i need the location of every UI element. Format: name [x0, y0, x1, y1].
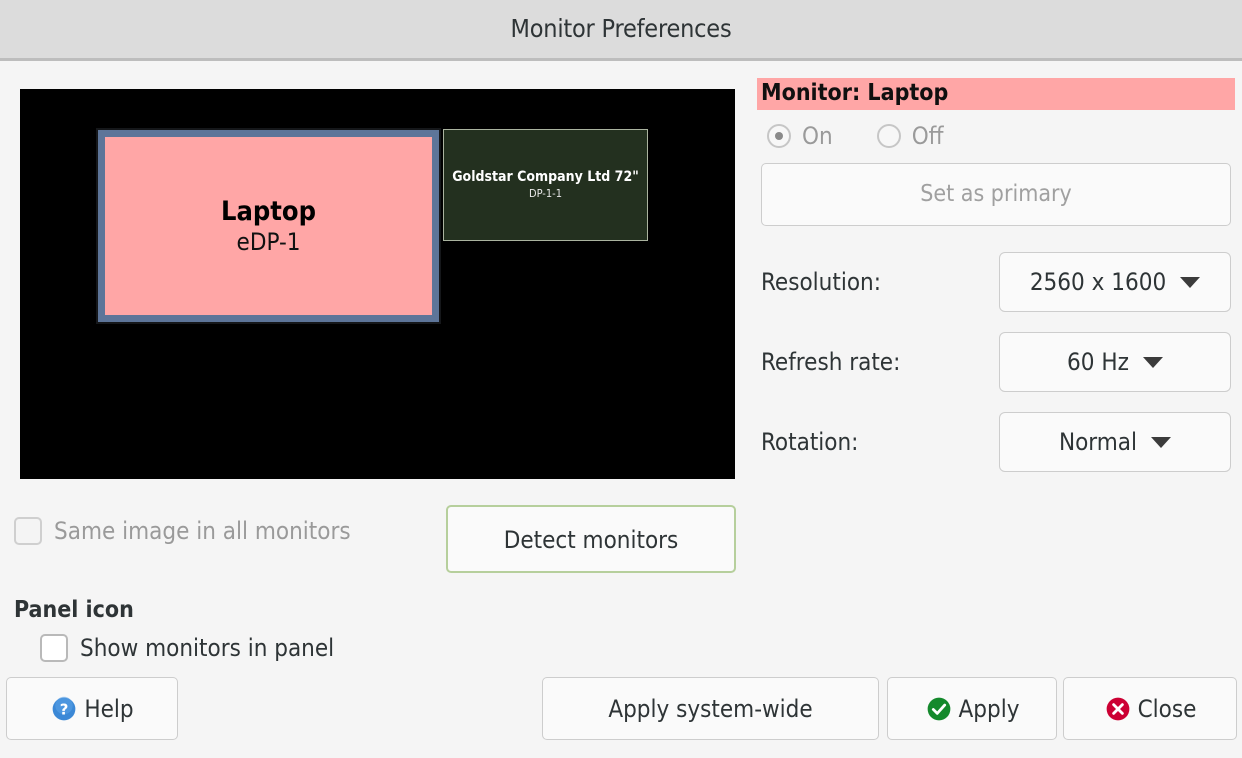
- window-titlebar: Monitor Preferences: [0, 0, 1242, 61]
- radio-on-label: On: [802, 122, 833, 150]
- monitor-box-goldstar[interactable]: Goldstar Company Ltd 72" DP-1-1: [443, 129, 648, 241]
- radio-off[interactable]: Off: [876, 122, 944, 150]
- radio-on[interactable]: On: [767, 122, 833, 150]
- radio-off-label: Off: [911, 122, 944, 150]
- refresh-rate-row: Refresh rate: 60 Hz: [761, 332, 1231, 392]
- chevron-down-icon: [1142, 356, 1163, 368]
- close-button[interactable]: Close: [1063, 677, 1237, 740]
- show-monitors-checkbox[interactable]: Show monitors in panel: [40, 634, 334, 662]
- power-radio-group: On Off: [757, 122, 1235, 150]
- apply-system-wide-label: Apply system-wide: [608, 694, 813, 723]
- radio-off-indicator-icon: [876, 124, 901, 148]
- monitor-box-goldstar-name: Goldstar Company Ltd 72": [452, 169, 639, 186]
- same-image-checkbox-box-icon: [14, 517, 42, 545]
- chevron-down-icon: [1151, 436, 1172, 448]
- rotation-dropdown[interactable]: Normal: [999, 412, 1231, 472]
- radio-on-indicator-icon: [767, 124, 791, 148]
- detect-monitors-button[interactable]: Detect monitors: [446, 505, 736, 573]
- refresh-rate-value: 60 Hz: [1067, 348, 1129, 376]
- resolution-value: 2560 x 1600: [1029, 268, 1167, 296]
- cancel-circle-icon: [1106, 697, 1129, 720]
- panel-icon-section-title: Panel icon: [14, 597, 134, 623]
- chevron-down-icon: [1180, 276, 1201, 288]
- refresh-rate-dropdown[interactable]: 60 Hz: [999, 332, 1231, 392]
- rotation-label: Rotation:: [761, 428, 859, 456]
- show-monitors-label: Show monitors in panel: [80, 634, 335, 662]
- help-button[interactable]: ? Help: [6, 677, 178, 740]
- monitor-box-laptop-name: Laptop: [221, 195, 316, 227]
- close-button-label: Close: [1137, 694, 1197, 723]
- resolution-dropdown[interactable]: 2560 x 1600: [999, 252, 1231, 312]
- monitor-box-goldstar-output: DP-1-1: [528, 186, 563, 200]
- monitor-box-laptop-screen: Laptop eDP-1: [105, 137, 432, 315]
- rotation-value: Normal: [1058, 428, 1138, 456]
- monitor-box-laptop[interactable]: Laptop eDP-1: [96, 128, 441, 324]
- monitor-layout-preview[interactable]: Laptop eDP-1 Goldstar Company Ltd 72" DP…: [20, 89, 735, 479]
- apply-button[interactable]: Apply: [887, 677, 1057, 740]
- same-image-label: Same image in all monitors: [54, 517, 351, 545]
- apply-button-label: Apply: [958, 694, 1020, 723]
- same-image-checkbox[interactable]: Same image in all monitors: [14, 517, 351, 545]
- refresh-rate-label: Refresh rate:: [761, 348, 901, 376]
- resolution-row: Resolution: 2560 x 1600: [761, 252, 1231, 312]
- set-as-primary-button[interactable]: Set as primary: [761, 163, 1231, 226]
- apply-system-wide-button[interactable]: Apply system-wide: [542, 677, 879, 740]
- svg-text:?: ?: [60, 700, 69, 718]
- dialog-content: Laptop eDP-1 Goldstar Company Ltd 72" DP…: [0, 64, 1242, 758]
- resolution-label: Resolution:: [761, 268, 881, 296]
- show-monitors-checkbox-box-icon: [40, 634, 68, 662]
- window-title: Monitor Preferences: [510, 14, 732, 43]
- help-circle-icon: ?: [53, 696, 76, 720]
- help-button-label: Help: [84, 694, 134, 723]
- check-circle-icon: [927, 697, 950, 720]
- selected-monitor-heading: Monitor: Laptop: [757, 78, 1235, 110]
- monitor-settings-panel: Monitor: Laptop On Off Set as primary Re…: [757, 78, 1235, 472]
- rotation-row: Rotation: Normal: [761, 412, 1231, 472]
- monitor-box-laptop-output: eDP-1: [236, 227, 301, 256]
